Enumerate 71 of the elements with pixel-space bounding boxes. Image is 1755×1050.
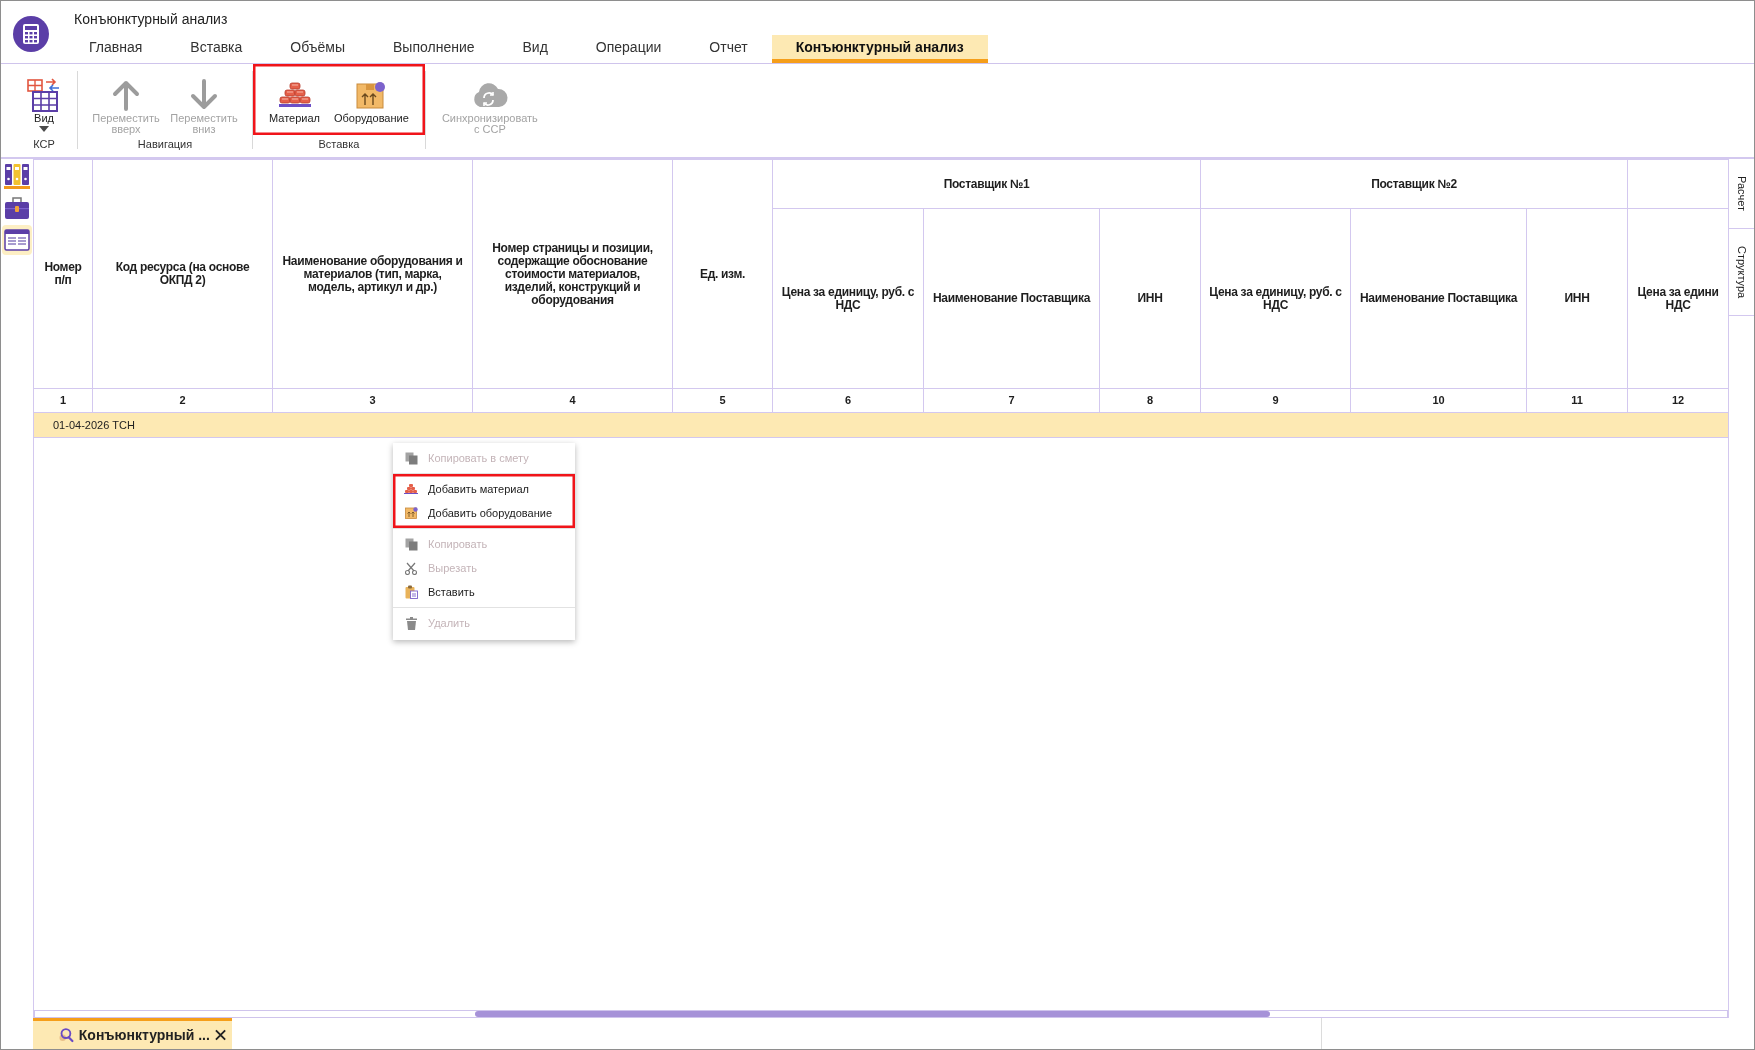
binders-icon — [4, 163, 30, 189]
column-header: Цена за едини НДС — [1627, 208, 1728, 389]
copy-icon — [404, 451, 418, 465]
column-group-header: Поставщик №2 — [1200, 159, 1628, 209]
column-number: 10 — [1350, 388, 1527, 413]
column-number: 12 — [1627, 388, 1728, 413]
menu-tab[interactable]: Вид — [498, 35, 572, 63]
menu-tab[interactable]: Объёмы — [266, 35, 369, 63]
column-number: 4 — [472, 388, 673, 413]
column-number: 6 — [772, 388, 924, 413]
column-header: Ед. изм. — [672, 159, 773, 389]
column-header: Наименование оборудования и материалов (тип, марка, модель, артикул и др.) — [272, 159, 473, 389]
ribbon-button[interactable]: Материал — [263, 64, 326, 124]
scissors-icon — [405, 561, 417, 575]
app-logo-icon — [13, 16, 49, 52]
column-header: ИНН — [1099, 208, 1201, 389]
column-header: Код ресурса (на основе ОКПД 2) — [92, 159, 273, 389]
arrow-up-icon — [112, 79, 140, 111]
sidebar-button[interactable] — [2, 161, 32, 191]
column-number: 3 — [272, 388, 473, 413]
column-header: Цена за единицу, руб. с НДС — [772, 208, 924, 389]
menu-tab[interactable]: Отчет — [685, 35, 772, 63]
column-header: Наименование Поставщика — [923, 208, 1100, 389]
window-title: Конъюнктурный анализ — [73, 10, 229, 29]
column-number: 1 — [34, 388, 93, 413]
column-number: 7 — [923, 388, 1100, 413]
arrow-down-icon — [190, 79, 218, 111]
menu-tab[interactable]: Конъюнктурный анализ — [771, 35, 988, 63]
menu-tab[interactable]: Вставка — [166, 35, 267, 63]
ribbon-button[interactable]: Оборудование — [328, 64, 415, 124]
menu-tab[interactable]: Главная — [65, 35, 167, 63]
column-header: Цена за единицу, руб. с НДС — [1200, 208, 1351, 389]
column-number: 8 — [1099, 388, 1201, 413]
side-tab[interactable]: Расчет — [1729, 159, 1754, 229]
copy-icon — [404, 537, 418, 551]
clipboard-icon — [404, 585, 418, 599]
column-number: 9 — [1200, 388, 1351, 413]
ribbon-button[interactable]: Вид — [21, 64, 67, 132]
briefcase-icon — [4, 196, 30, 220]
side-tab[interactable]: Структура — [1729, 229, 1754, 317]
box-icon — [404, 507, 418, 519]
column-header: Номер страницы и позиции, содержащие обоснование стоимости материалов, изделий, конструкций и оборудования — [472, 159, 673, 389]
menu-tab[interactable]: Выполнение — [369, 35, 499, 63]
menu-tab[interactable]: Операции — [571, 35, 686, 63]
ribbon-group-label: КСР — [32, 137, 56, 151]
search-icon — [59, 1027, 74, 1043]
column-number: 5 — [672, 388, 773, 413]
bricks-icon — [404, 484, 418, 494]
column-number: 2 — [92, 388, 273, 413]
ribbon-group-label: Вставка — [317, 137, 361, 151]
trash-icon — [405, 616, 417, 630]
column-header: ИНН — [1526, 208, 1628, 389]
column-header: Номер п/п — [34, 159, 93, 389]
menu-item[interactable]: Добавить материал — [393, 477, 575, 501]
sidebar-button[interactable] — [2, 225, 32, 255]
document-tab[interactable]: Конъюнктурный ... — [33, 1018, 232, 1049]
column-header: Наименование Поставщика — [1350, 208, 1527, 389]
menu-item[interactable]: Вставить — [393, 580, 575, 604]
window-icon — [4, 229, 30, 251]
scrollbar-thumb[interactable] — [475, 1011, 1270, 1017]
cloud-sync-icon — [471, 82, 509, 108]
column-number: 11 — [1526, 388, 1628, 413]
bricks-icon — [278, 82, 311, 108]
column-group-header: Поставщик №1 — [772, 159, 1201, 209]
horizontal-scrollbar[interactable] — [34, 1010, 1728, 1018]
group-row[interactable]: 01-04-2026 ТСН — [34, 412, 1728, 438]
ribbon-group-label: Навигация — [136, 137, 194, 151]
box-icon — [356, 81, 387, 109]
menu-item[interactable]: Добавить оборудование — [393, 501, 575, 525]
close-icon[interactable] — [214, 1029, 226, 1041]
table-grid-icon — [27, 78, 61, 112]
